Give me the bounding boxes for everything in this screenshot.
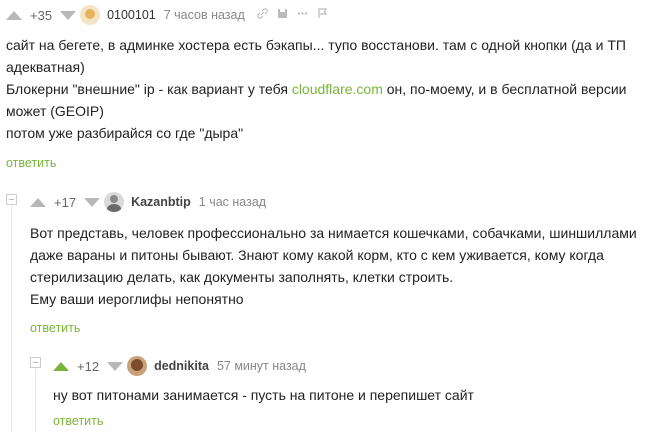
upvote-icon[interactable] xyxy=(30,197,46,207)
more-icon[interactable] xyxy=(297,8,308,22)
comment-line: стерилизацию делать, как документы запол… xyxy=(30,269,454,285)
reply-link[interactable]: ответить xyxy=(6,156,56,170)
downvote-icon[interactable] xyxy=(84,197,101,207)
upvote-icon[interactable] xyxy=(6,10,22,20)
author-name[interactable]: dednikita xyxy=(154,359,209,373)
text-segment: он, по-моему, и в бесплатной версии xyxy=(382,81,627,97)
thread-line[interactable] xyxy=(11,206,12,432)
comment-header: +17 Kazanbtip 1 час назад xyxy=(30,191,266,213)
comment-header: +35 0100101 7 часов назад xyxy=(6,4,328,26)
collapse-toggle[interactable] xyxy=(30,357,41,368)
comment-line: может (GEOIP) xyxy=(6,103,104,119)
comment-line: сайт на бегете, в админке хостера есть б… xyxy=(6,37,626,53)
avatar[interactable] xyxy=(80,5,101,25)
flag-icon[interactable] xyxy=(317,8,328,22)
comment-line: потом уже разбирайся со где "дыра" xyxy=(6,125,244,141)
comment-body: ну вот питонами занимается - пусть на пи… xyxy=(53,384,643,406)
comment-line: адекватная) xyxy=(6,59,85,75)
thread-line[interactable] xyxy=(35,369,36,432)
comment-line: Ему ваши иероглифы непонятно xyxy=(30,291,244,307)
avatar[interactable] xyxy=(104,192,125,212)
comment-rating: +35 xyxy=(30,7,53,23)
comment-rating: +12 xyxy=(77,358,100,374)
comment-line: ну вот питонами занимается - пусть на пи… xyxy=(53,387,474,403)
reply-link[interactable]: ответить xyxy=(53,414,103,428)
save-icon[interactable] xyxy=(277,8,288,22)
comment-time: 7 часов назад xyxy=(163,8,245,22)
upvote-icon[interactable] xyxy=(53,361,69,371)
comment-time: 57 минут назад xyxy=(216,359,306,373)
cloudflare-link[interactable]: cloudflare.com xyxy=(292,81,383,97)
link-icon[interactable] xyxy=(257,8,268,22)
comment-line: Блокерни "внешние" ip - как вариант у те… xyxy=(6,78,646,100)
downvote-icon[interactable] xyxy=(60,10,77,20)
comment-header: +12 dednikita 57 минут назад xyxy=(53,355,306,377)
comment-rating: +17 xyxy=(54,194,77,210)
comment-line: Вот представь, человек профессионально з… xyxy=(30,225,637,241)
author-name[interactable]: Kazanbtip xyxy=(131,195,191,209)
downvote-icon[interactable] xyxy=(107,361,124,371)
avatar[interactable] xyxy=(127,356,148,376)
collapse-toggle[interactable] xyxy=(6,194,17,205)
author-name[interactable]: 0100101 xyxy=(107,8,156,22)
text-segment: Блокерни "внешние" ip - как вариант у те… xyxy=(6,81,292,97)
reply-link[interactable]: ответить xyxy=(30,321,80,335)
comment-body: Вот представь, человек профессионально з… xyxy=(30,222,645,310)
comment-body: сайт на бегете, в админке хостера есть б… xyxy=(6,34,646,144)
comment-line: даже вараны и питоны бывают. Знают кому … xyxy=(30,247,604,263)
comment-time: 1 час назад xyxy=(198,195,267,209)
